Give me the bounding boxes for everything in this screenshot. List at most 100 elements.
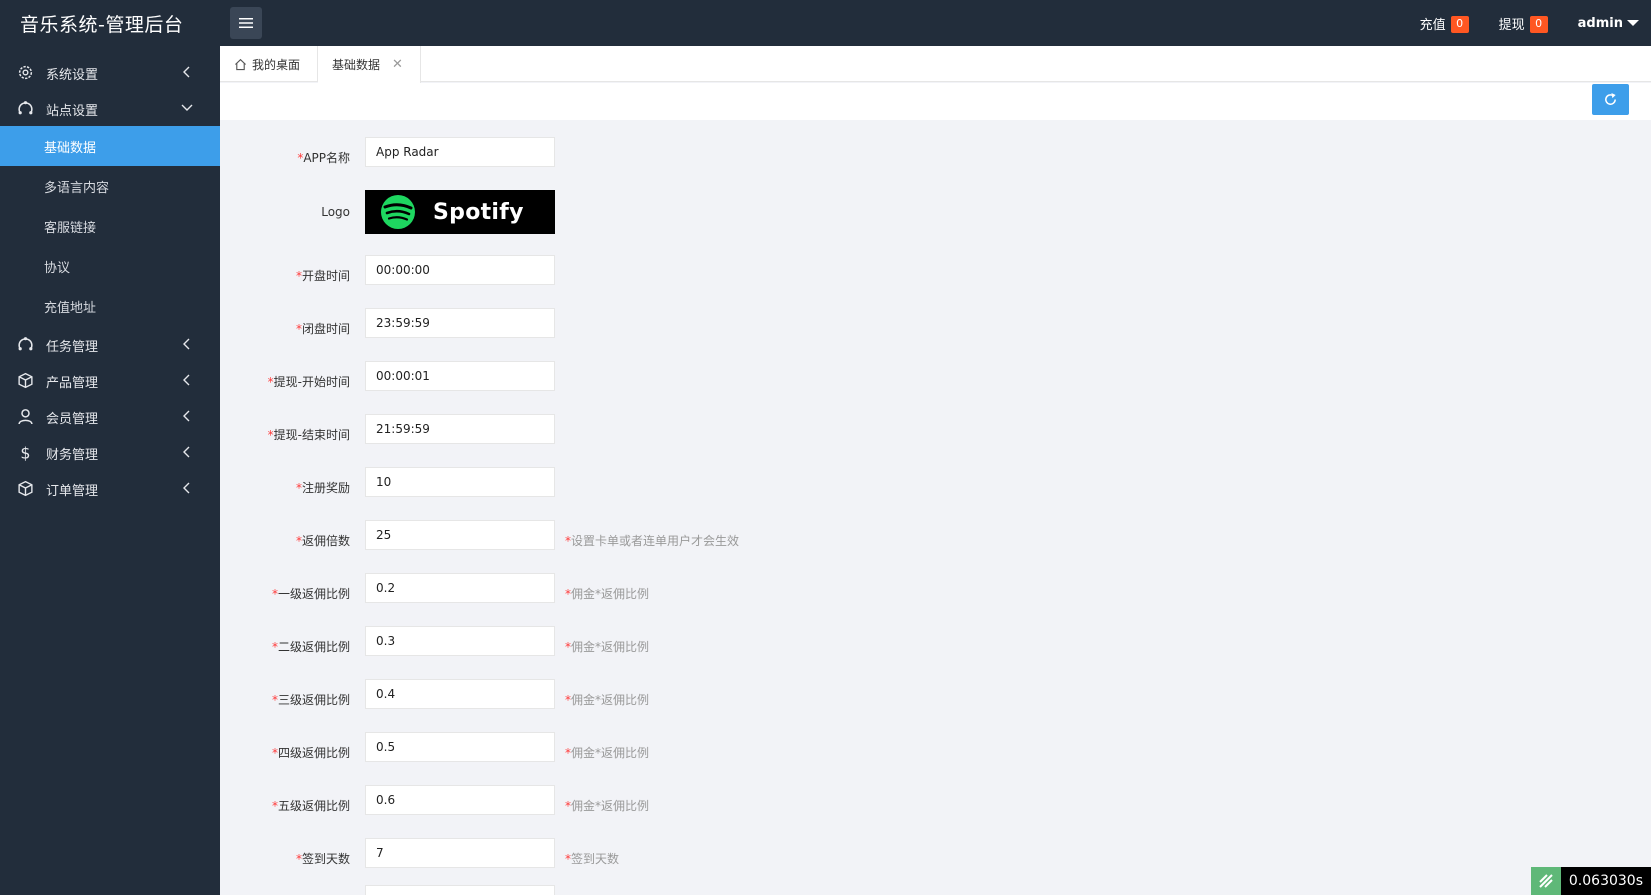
form-row-level4-ratio: *四级返佣比例 *佣金*返佣比例	[220, 732, 1220, 762]
sidebar-subitem-multilang[interactable]: 多语言内容	[0, 166, 220, 206]
logo-image[interactable]: Spotify	[365, 190, 555, 234]
sidebar-item-site-settings[interactable]: 站点设置	[0, 90, 220, 126]
form-row-level5-ratio: *五级返佣比例 *佣金*返佣比例	[220, 785, 1220, 815]
sidebar-subitem-agreement[interactable]: 协议	[0, 246, 220, 286]
form-row-withdraw-end: *提现-结束时间	[220, 414, 1220, 444]
cube-icon	[18, 372, 33, 389]
chevron-left-icon	[183, 338, 190, 350]
tab-basic-data[interactable]: 基础数据 ✕	[318, 46, 421, 83]
basic-data-form: *APP名称 Logo Spotify *开盘时间 *闭盘时间 *提现-开始时间…	[220, 120, 1651, 895]
chevron-left-icon	[183, 446, 190, 458]
order-icon	[18, 480, 33, 497]
field-label: *三级返佣比例	[271, 693, 350, 707]
sidebar-item-system-settings[interactable]: 系统设置	[0, 54, 220, 90]
level4-ratio-input[interactable]	[365, 732, 555, 762]
sidebar-item-label: 站点设置	[46, 104, 99, 119]
field-label: *一级返佣比例	[271, 587, 350, 601]
user-menu[interactable]: admin	[1578, 16, 1639, 31]
page-timer-badge: 0.063030s	[1530, 867, 1651, 895]
chevron-left-icon	[183, 482, 190, 494]
field-label: *签到天数	[295, 852, 350, 866]
form-row-close-time: *闭盘时间	[220, 308, 1220, 338]
field-hint: *佣金*返佣比例	[565, 693, 650, 707]
sidebar-item-label: 订单管理	[46, 484, 99, 499]
sidebar-item-label: 系统设置	[46, 68, 99, 83]
home-icon	[235, 58, 246, 70]
field-hint: *佣金*返佣比例	[565, 799, 650, 813]
tab-bar: 我的桌面 基础数据 ✕	[220, 46, 1651, 83]
sidebar-subitem-recharge-address[interactable]: 充值地址	[0, 286, 220, 326]
form-row-commission-multiple: *返佣倍数 *设置卡单或者连单用户才会生效	[220, 520, 1220, 550]
chevron-down-icon	[181, 104, 193, 111]
field-label: *提现-开始时间	[267, 375, 350, 389]
field-label: *返佣倍数	[295, 534, 350, 548]
form-row-checkin-days: *签到天数 *签到天数	[220, 838, 1220, 868]
form-row-open-time: *开盘时间	[220, 255, 1220, 285]
checkin-days-input[interactable]	[365, 838, 555, 868]
field-label: *二级返佣比例	[271, 640, 350, 654]
form-row-withdraw-start: *提现-开始时间	[220, 361, 1220, 391]
field-label: *五级返佣比例	[271, 799, 350, 813]
form-row-level1-ratio: *一级返佣比例 *佣金*返佣比例	[220, 573, 1220, 603]
commission-multiple-input[interactable]	[365, 520, 555, 550]
field-label: *四级返佣比例	[271, 746, 350, 760]
top-header: 音乐系统-管理后台 充值 0 提现 0 admin	[0, 0, 1651, 46]
open-time-input[interactable]	[365, 255, 555, 285]
recharge-count-badge: 0	[1450, 16, 1469, 33]
header-right: 充值 0 提现 0 admin	[1420, 0, 1651, 46]
menu-toggle-button[interactable]	[230, 7, 262, 39]
chevron-left-icon	[183, 374, 190, 386]
sidebar-subitem-service-link[interactable]: 客服链接	[0, 206, 220, 246]
sidebar-item-label: 会员管理	[46, 412, 99, 427]
field-label: Logo	[321, 205, 350, 219]
tab-basic-data-label: 基础数据	[332, 58, 381, 72]
field-label: *提现-结束时间	[267, 428, 350, 442]
tab-home[interactable]: 我的桌面	[220, 46, 318, 82]
sidebar-item-label: 产品管理	[46, 376, 99, 391]
sidebar-item-task-management[interactable]: 任务管理	[0, 326, 220, 362]
toolbar	[220, 83, 1651, 120]
sidebar-item-member-management[interactable]: 会员管理	[0, 398, 220, 434]
close-icon[interactable]: ✕	[392, 57, 403, 72]
user-icon	[18, 409, 33, 425]
dollar-icon: $	[20, 444, 30, 461]
withdraw-label: 提现	[1498, 17, 1525, 33]
recharge-link[interactable]: 充值 0	[1420, 13, 1469, 33]
withdraw-link[interactable]: 提现 0	[1499, 13, 1548, 33]
field-label: *注册奖励	[295, 481, 350, 495]
form-row-app-name: *APP名称	[220, 137, 1220, 167]
logo-wordmark: Spotify	[433, 199, 524, 225]
level2-ratio-input[interactable]	[365, 626, 555, 656]
form-row-level3-ratio: *三级返佣比例 *佣金*返佣比例	[220, 679, 1220, 709]
timer-value: 0.063030s	[1560, 867, 1651, 895]
level1-ratio-input[interactable]	[365, 573, 555, 603]
refresh-button[interactable]	[1592, 84, 1629, 115]
withdraw-count-badge: 0	[1529, 16, 1548, 33]
close-time-input[interactable]	[365, 308, 555, 338]
field-hint: *签到天数	[565, 852, 620, 866]
sidebar-item-order-management[interactable]: 订单管理	[0, 470, 220, 506]
withdraw-start-input[interactable]	[365, 361, 555, 391]
sidebar-item-finance-management[interactable]: $ 财务管理	[0, 434, 220, 470]
chevron-left-icon	[183, 410, 190, 422]
field-hint: *佣金*返佣比例	[565, 746, 650, 760]
level3-ratio-input[interactable]	[365, 679, 555, 709]
form-row-logo: Logo Spotify	[220, 190, 1220, 234]
field-hint: *佣金*返佣比例	[565, 587, 650, 601]
gear-icon	[18, 65, 33, 80]
sidebar-subitem-basic-data[interactable]: 基础数据	[0, 126, 220, 166]
hamburger-icon	[239, 18, 253, 28]
app-name-input[interactable]	[365, 137, 555, 167]
sidebar-item-product-management[interactable]: 产品管理	[0, 362, 220, 398]
register-reward-input[interactable]	[365, 467, 555, 497]
site-icon	[18, 101, 33, 115]
level5-ratio-input[interactable]	[365, 785, 555, 815]
withdraw-end-input[interactable]	[365, 414, 555, 444]
field-label: *闭盘时间	[295, 322, 350, 336]
brand-title: 音乐系统-管理后台	[20, 14, 184, 36]
sidebar-item-label: 财务管理	[46, 448, 99, 463]
sidebar: 系统设置 站点设置 基础数据 多语言内容 客服链接 协议 充值地址 任务管理 产…	[0, 46, 220, 895]
svg-text:$: $	[20, 444, 30, 461]
leaf-icon	[1530, 867, 1561, 895]
next-field-input[interactable]	[365, 885, 555, 895]
